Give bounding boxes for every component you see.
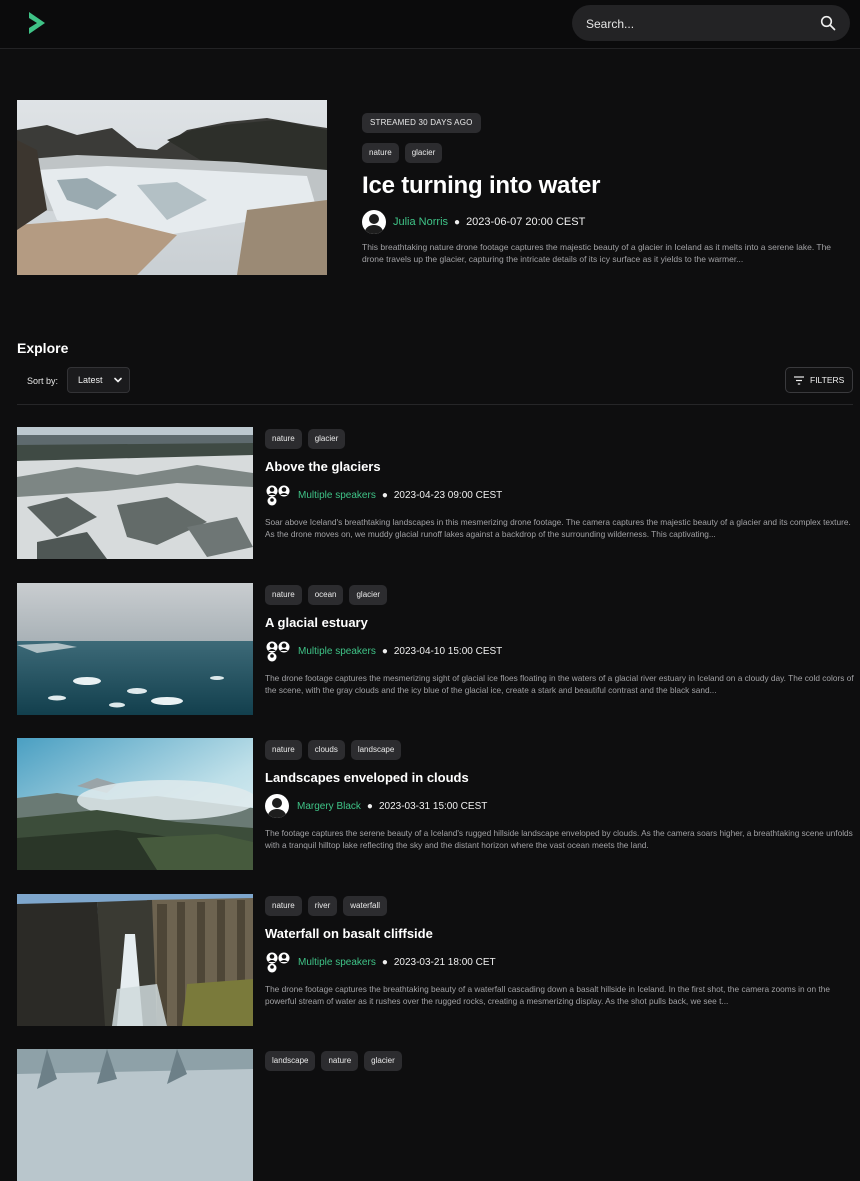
tag[interactable]: glacier <box>349 585 388 605</box>
top-bar <box>0 0 860 49</box>
explore-heading: Explore <box>17 340 69 356</box>
tag[interactable]: glacier <box>307 429 346 449</box>
stream-date: 2023-03-21 18:00 CET <box>393 956 496 968</box>
stream-date: 2023-03-31 15:00 CEST <box>378 800 488 812</box>
tag[interactable]: river <box>307 896 338 916</box>
hero-meta: Julia Norris ● 2023-06-07 20:00 CEST <box>362 210 585 234</box>
list-item[interactable]: landscape nature glacier <box>17 1049 860 1181</box>
tag[interactable]: nature <box>321 1051 359 1071</box>
hero-tags: nature glacier <box>362 143 443 163</box>
video-description: The drone footage captures the breathtak… <box>265 984 830 1006</box>
tag[interactable]: ocean <box>307 585 344 605</box>
filter-icon <box>794 376 804 385</box>
tag-list: nature clouds landscape <box>265 740 402 760</box>
divider <box>17 404 853 405</box>
sort-value: Latest <box>78 375 103 385</box>
separator-dot: ● <box>381 645 388 657</box>
search-box[interactable] <box>572 5 850 41</box>
filters-label: FILTERS <box>810 375 845 385</box>
hero-thumbnail[interactable] <box>17 100 327 275</box>
stream-date: 2023-04-10 15:00 CEST <box>393 645 503 657</box>
search-input[interactable] <box>584 11 808 37</box>
tag[interactable]: clouds <box>307 740 345 760</box>
avatar <box>265 794 289 818</box>
streamed-badge: STREAMED 30 DAYS AGO <box>362 113 481 133</box>
stream-date: 2023-04-23 09:00 CEST <box>393 489 503 501</box>
speaker-link[interactable]: Multiple speakers <box>298 646 376 657</box>
list-item[interactable]: nature glacier Above the glaciers Multip… <box>17 427 860 559</box>
tag[interactable]: nature <box>265 429 302 449</box>
tag[interactable]: waterfall <box>343 896 388 916</box>
speaker-link[interactable]: Margery Black <box>297 801 361 812</box>
video-title[interactable]: A glacial estuary <box>265 615 368 630</box>
video-description: The drone footage captures the mesmerizi… <box>265 673 854 695</box>
hero-description: This breathtaking nature drone footage c… <box>362 242 832 264</box>
video-meta: Margery Black ● 2023-03-31 15:00 CEST <box>265 794 488 818</box>
separator-dot: ● <box>381 956 388 968</box>
multiple-speakers-avatar <box>265 484 295 506</box>
hero-title[interactable]: Ice turning into water <box>362 172 600 200</box>
list-item[interactable]: nature ocean glacier A glacial estuary M… <box>17 583 860 715</box>
multiple-speakers-avatar <box>265 951 295 973</box>
filters-button[interactable]: FILTERS <box>785 367 853 393</box>
tag-list: nature ocean glacier <box>265 585 388 605</box>
multiple-speakers-avatar <box>265 640 295 662</box>
video-thumbnail[interactable] <box>17 1049 253 1181</box>
video-title[interactable]: Landscapes enveloped in clouds <box>265 770 469 785</box>
video-thumbnail[interactable] <box>17 738 253 870</box>
speaker-link[interactable]: Multiple speakers <box>298 490 376 501</box>
avatar <box>362 210 386 234</box>
tag[interactable]: landscape <box>265 1051 316 1071</box>
video-meta: Multiple speakers ● 2023-04-10 15:00 CES… <box>265 640 502 662</box>
tag[interactable]: glacier <box>364 1051 402 1071</box>
video-meta: Multiple speakers ● 2023-03-21 18:00 CET <box>265 951 496 973</box>
search-icon[interactable] <box>820 15 836 31</box>
list-item[interactable]: nature clouds landscape Landscapes envel… <box>17 738 860 870</box>
video-thumbnail[interactable] <box>17 427 253 559</box>
stream-date: 2023-06-07 20:00 CEST <box>466 216 586 228</box>
video-thumbnail[interactable] <box>17 583 253 715</box>
tag-list: nature glacier <box>265 429 346 449</box>
tag[interactable]: nature <box>362 143 399 163</box>
separator-dot: ● <box>381 489 388 501</box>
video-thumbnail[interactable] <box>17 894 253 1026</box>
separator-dot: ● <box>366 800 373 812</box>
video-meta: Multiple speakers ● 2023-04-23 09:00 CES… <box>265 484 502 506</box>
tag[interactable]: nature <box>265 740 302 760</box>
tag[interactable]: landscape <box>350 740 402 760</box>
video-title[interactable]: Waterfall on basalt cliffside <box>265 926 433 941</box>
speaker-link[interactable]: Multiple speakers <box>298 957 376 968</box>
sort-select[interactable]: Latest <box>67 367 130 393</box>
video-description: Soar above Iceland's breathtaking landsc… <box>265 517 851 539</box>
separator-dot: ● <box>454 216 461 228</box>
chevron-down-icon <box>114 377 122 383</box>
video-description: The footage captures the serene beauty o… <box>265 828 853 850</box>
video-title[interactable]: Above the glaciers <box>265 459 381 474</box>
logo-chevron-icon[interactable] <box>22 8 52 38</box>
tag-list: landscape nature glacier <box>265 1051 402 1071</box>
sort-label: Sort by: <box>27 376 59 386</box>
tag[interactable]: nature <box>265 896 302 916</box>
tag-list: nature river waterfall <box>265 896 388 916</box>
speaker-link[interactable]: Julia Norris <box>393 216 448 228</box>
list-item[interactable]: nature river waterfall Waterfall on basa… <box>17 894 860 1026</box>
tag[interactable]: glacier <box>404 143 443 163</box>
tag[interactable]: nature <box>265 585 302 605</box>
